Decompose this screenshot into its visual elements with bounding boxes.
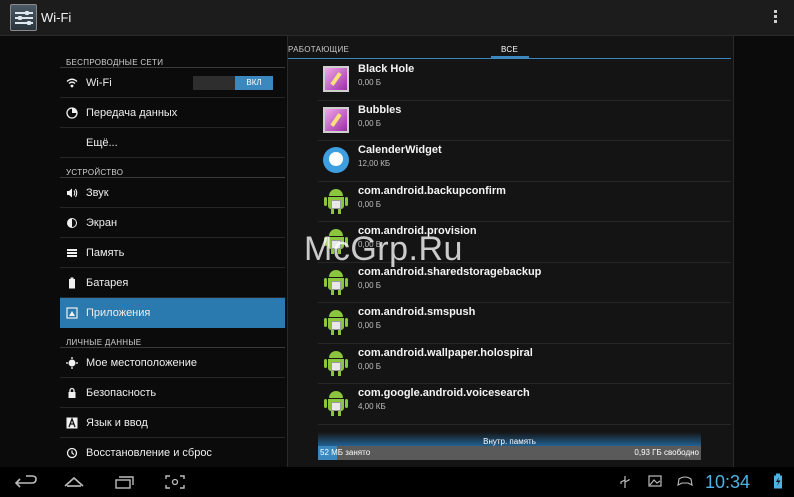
sidebar-item-backup[interactable]: Восстановление и сброс [60, 438, 285, 467]
language-icon [66, 417, 78, 429]
settings-list: БЕСПРОВОДНЫЕ СЕТИ Wi-Fi ВКЛ Передача дан… [60, 48, 285, 467]
storage-label: Внутр. память [483, 437, 536, 446]
speaker-icon [66, 187, 78, 199]
sidebar-item-language[interactable]: Язык и ввод [60, 408, 285, 438]
tab-bar: РАБОТАЮЩИЕ ВСЕ [288, 36, 735, 60]
storage-bar: 52 МБ занято 0,93 ГБ свободно [318, 446, 701, 460]
sidebar-item-label: Передача данных [86, 106, 178, 119]
app-name: com.android.backupconfirm [358, 184, 506, 197]
list-item[interactable]: CalenderWidget 12,00 КБ [318, 141, 731, 182]
app-name: CalenderWidget [358, 144, 442, 156]
app-size: 4,00 КБ [358, 402, 386, 411]
wifi-icon [66, 77, 78, 89]
section-header-wireless: БЕСПРОВОДНЫЕ СЕТИ [60, 48, 285, 68]
list-item[interactable]: Black Hole 0,00 Б [318, 60, 731, 101]
sidebar-item-label: Экран [86, 216, 118, 229]
storage-free-text: 0,93 ГБ свободно [634, 448, 699, 457]
action-bar: Wi-Fi [0, 0, 794, 36]
app-name: com.android.wallpaper.holospiral [358, 346, 533, 359]
sidebar-item-more[interactable]: Ещё... [60, 128, 285, 158]
sidebar-item-display[interactable]: Экран [60, 208, 285, 238]
bubbles-icon [323, 106, 349, 133]
section-header-device: УСТРОЙСТВО [60, 158, 285, 178]
sidebar-item-label: Безопасность [86, 386, 157, 399]
home-icon[interactable] [62, 474, 86, 490]
android-icon [323, 188, 349, 214]
usb-icon[interactable] [619, 475, 631, 492]
overflow-menu-icon[interactable] [774, 10, 778, 26]
battery-charging-icon[interactable] [773, 473, 783, 492]
sidebar-item-data-usage[interactable]: Передача данных [60, 98, 285, 128]
recent-apps-icon[interactable] [113, 474, 137, 490]
sidebar-item-label: Ещё... [86, 136, 118, 149]
app-size: 12,00 КБ [358, 159, 391, 168]
android-icon [323, 350, 349, 376]
sidebar-item-label: Wi-Fi [86, 76, 112, 89]
android-icon [323, 269, 349, 295]
app-size: 0,00 Б [358, 280, 382, 290]
battery-icon [66, 277, 78, 289]
sidebar-item-storage[interactable]: Память [60, 238, 285, 268]
back-icon[interactable] [14, 474, 38, 490]
sidebar-item-label: Язык и ввод [86, 416, 148, 429]
sidebar-item-sound[interactable]: Звук [60, 178, 285, 208]
sidebar-item-label: Восстановление и сброс [86, 446, 212, 459]
app-size: 0,00 Б [358, 78, 382, 87]
storage-icon [66, 247, 78, 259]
app-name: Black Hole [358, 63, 415, 75]
apps-icon [66, 307, 78, 319]
screenshot-icon[interactable] [163, 474, 187, 490]
android-icon [323, 390, 349, 416]
sidebar-item-label: Батарея [86, 276, 129, 289]
black-hole-icon [323, 66, 349, 92]
wifi-toggle[interactable]: ВКЛ [193, 76, 273, 90]
list-item[interactable]: com.android.wallpaper.holospiral 0,00 Б [318, 344, 731, 384]
system-bar: 10:34 [0, 467, 794, 497]
tab-running[interactable]: РАБОТАЮЩИЕ [288, 45, 349, 54]
sidebar-item-label: Память [86, 246, 125, 259]
section-header-personal: ЛИЧНЫЕ ДАННЫЕ [60, 328, 285, 348]
tab-all[interactable]: ВСЕ [501, 45, 518, 54]
android-icon [323, 309, 349, 335]
lock-icon [66, 387, 78, 399]
settings-app-icon[interactable] [10, 4, 37, 31]
sidebar-item-location[interactable]: Мое местоположение [60, 348, 285, 378]
watermark: McGrp.Ru [304, 230, 463, 268]
brightness-icon [66, 217, 78, 229]
list-item[interactable]: Bubbles 0,00 Б [318, 101, 731, 141]
clock[interactable]: 10:34 [705, 472, 750, 493]
sidebar-item-apps[interactable]: Приложения [60, 298, 285, 328]
calender-widget-icon [323, 147, 349, 173]
data-usage-icon [66, 107, 78, 119]
storage-usage-bar: Внутр. память 52 МБ занято 0,93 ГБ свобо… [318, 432, 701, 462]
sidebar-item-wifi[interactable]: Wi-Fi ВКЛ [60, 68, 285, 98]
app-name: com.google.android.voicesearch [358, 387, 530, 399]
app-size: 0,00 Б [358, 118, 382, 128]
storage-used-text: 52 МБ занято [320, 448, 371, 457]
list-item[interactable]: com.google.android.voicesearch 4,00 КБ [318, 384, 731, 425]
sidebar-item-label: Приложения [86, 306, 151, 319]
tab-divider [288, 58, 731, 59]
backup-icon [66, 447, 78, 459]
list-item[interactable]: com.android.backupconfirm 0,00 Б [318, 182, 731, 222]
app-size: 0,00 Б [358, 321, 382, 330]
toggle-on-label: ВКЛ [235, 76, 273, 90]
page-title: Wi-Fi [41, 10, 72, 25]
sidebar-item-battery[interactable]: Батарея [60, 268, 285, 298]
gallery-icon[interactable] [648, 475, 662, 490]
location-icon [66, 357, 78, 369]
sidebar-item-label: Мое местоположение [86, 356, 197, 369]
app-name: Bubbles [358, 103, 402, 116]
app-size: 0,00 Б [358, 199, 382, 209]
list-item[interactable]: com.android.smspush 0,00 Б [318, 303, 731, 344]
gamepad-icon[interactable] [677, 475, 693, 490]
app-size: 0,00 Б [358, 361, 382, 371]
app-name: com.android.smspush [358, 306, 476, 318]
sidebar-item-label: Звук [86, 186, 109, 199]
sidebar-item-security[interactable]: Безопасность [60, 378, 285, 408]
